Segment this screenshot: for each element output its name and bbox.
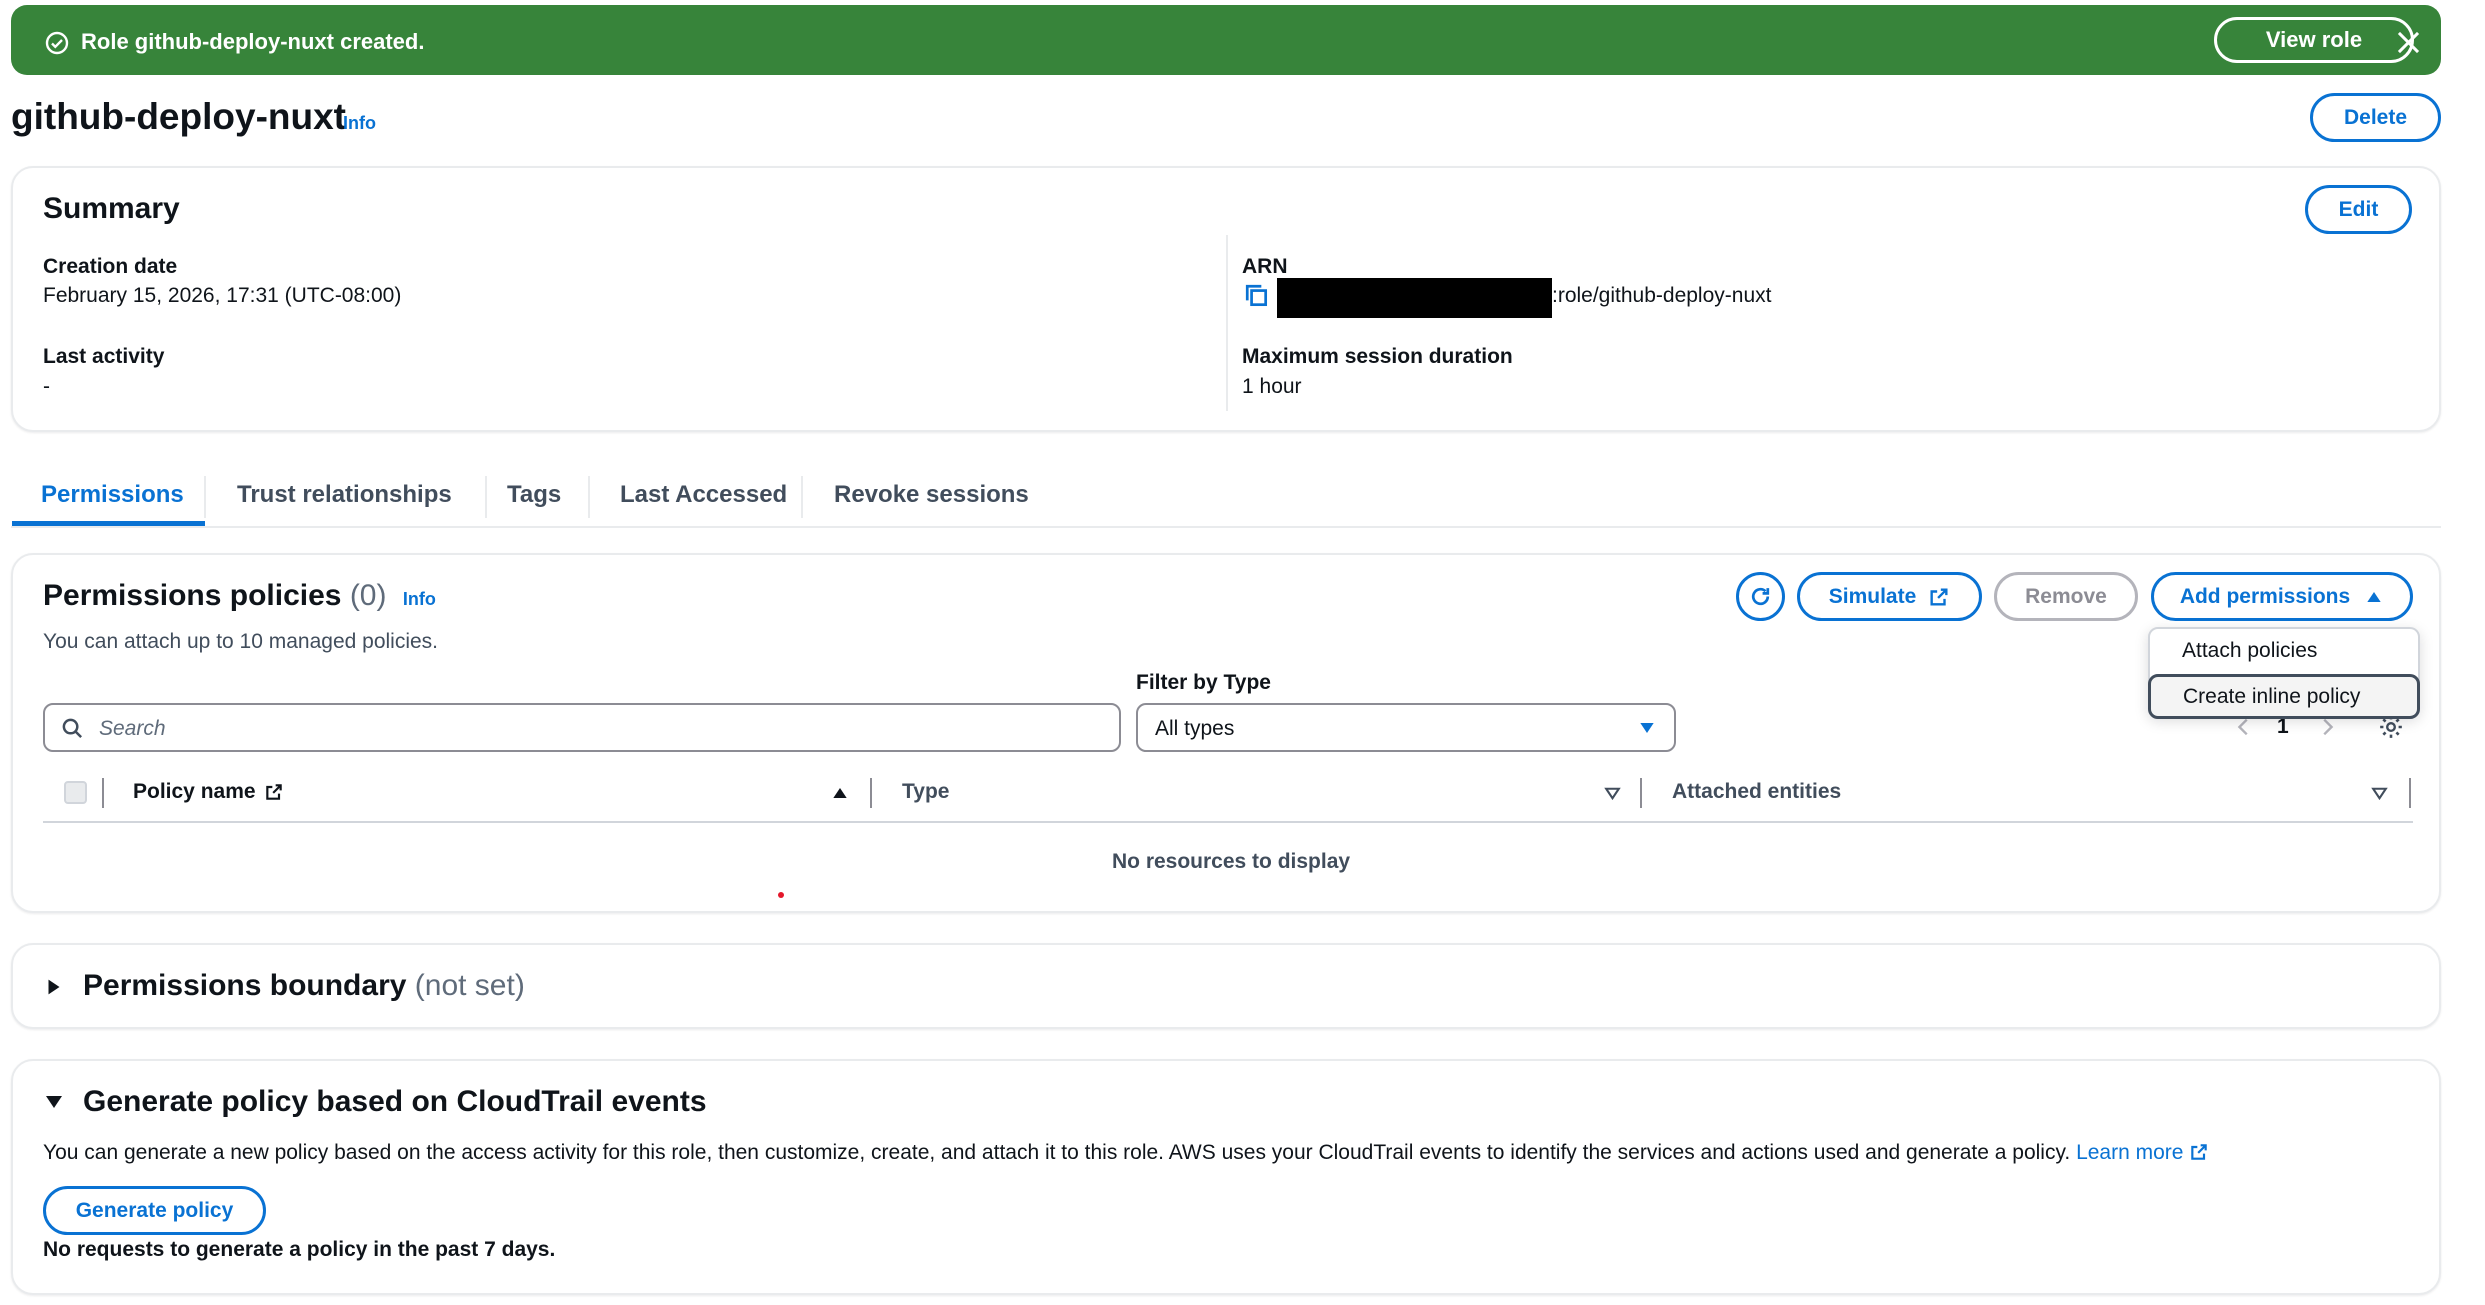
sort-icon[interactable] xyxy=(1603,784,1622,803)
edit-button[interactable]: Edit xyxy=(2305,185,2412,234)
caret-down-icon xyxy=(1640,723,1654,733)
column-header-type[interactable]: Type xyxy=(902,780,949,804)
boundary-title-row: Permissions boundary (not set) xyxy=(83,969,525,1003)
select-all-checkbox[interactable] xyxy=(64,781,87,804)
chevron-left-icon[interactable] xyxy=(2233,716,2255,738)
filter-type-select[interactable]: All types xyxy=(1136,703,1676,752)
cloudtrail-note: No requests to generate a policy in the … xyxy=(43,1238,556,1261)
table-header-divider xyxy=(43,821,2413,823)
policies-count: (0) xyxy=(349,579,387,612)
cloudtrail-title: Generate policy based on CloudTrail even… xyxy=(83,1085,707,1118)
tab-separator xyxy=(801,476,803,518)
page-title: github-deploy-nuxt xyxy=(11,96,346,137)
arn-label: ARN xyxy=(1242,255,1288,278)
column-separator xyxy=(870,778,872,808)
flash-message: Role github-deploy-nuxt created. xyxy=(81,29,425,54)
creation-date-label: Creation date xyxy=(43,255,178,278)
remove-button[interactable]: Remove xyxy=(1994,572,2138,621)
policies-info-link[interactable]: Info xyxy=(403,589,436,609)
column-separator xyxy=(1640,778,1642,808)
tab-tags[interactable]: Tags xyxy=(507,481,561,509)
learn-more-link[interactable]: Learn more xyxy=(2076,1141,2183,1164)
caret-down-icon[interactable] xyxy=(42,1090,66,1114)
add-permissions-menu: Attach policies Create inline policy xyxy=(2148,627,2420,719)
refresh-icon xyxy=(1751,587,1770,606)
tab-separator xyxy=(588,476,590,518)
boundary-status: (not set) xyxy=(414,969,525,1002)
add-permissions-button[interactable]: Add permissions xyxy=(2151,572,2413,621)
column-header-attached-entities[interactable]: Attached entities xyxy=(1672,780,1841,804)
tab-separator xyxy=(485,476,487,518)
cursor-dot xyxy=(778,892,784,898)
summary-title: Summary xyxy=(43,192,180,225)
arn-value: :role/github-deploy-nuxt xyxy=(1552,284,1772,307)
tab-trust-relationships[interactable]: Trust relationships xyxy=(237,481,452,509)
simulate-button[interactable]: Simulate xyxy=(1797,572,1982,621)
external-link-icon[interactable] xyxy=(2189,1142,2209,1162)
delete-button[interactable]: Delete xyxy=(2310,93,2441,142)
tab-bar-underline xyxy=(11,526,2441,528)
policies-title: Permissions policies xyxy=(43,579,342,612)
sort-icon[interactable] xyxy=(2370,784,2389,803)
policies-description: You can attach up to 10 managed policies… xyxy=(43,630,439,653)
column-separator xyxy=(2409,778,2411,808)
external-link-icon xyxy=(265,784,282,800)
check-circle-icon xyxy=(45,31,69,55)
filter-by-type-label: Filter by Type xyxy=(1136,671,1271,694)
max-session-value: 1 hour xyxy=(1242,375,1302,398)
search-placeholder: Search xyxy=(99,717,166,740)
column-header-policy-name[interactable]: Policy name xyxy=(133,780,284,804)
tab-last-accessed[interactable]: Last Accessed xyxy=(620,481,787,509)
empty-state-text: No resources to display xyxy=(1112,850,1351,873)
arn-redacted-block xyxy=(1277,278,1552,318)
search-icon xyxy=(62,718,83,739)
policies-title-row: Permissions policies (0) Info xyxy=(43,579,436,613)
permissions-policies-card: Permissions policies (0) Info You can at… xyxy=(11,553,2441,913)
policy-name-header-label: Policy name xyxy=(133,780,256,803)
create-inline-policy-label: Create inline policy xyxy=(2183,685,2361,708)
copy-icon[interactable] xyxy=(1244,283,1270,309)
creation-date-value: February 15, 2026, 17:31 (UTC-08:00) xyxy=(43,284,402,307)
success-flash-banner: Role github-deploy-nuxt created. View ro… xyxy=(11,5,2441,75)
permissions-boundary-card[interactable]: Permissions boundary (not set) xyxy=(11,943,2441,1029)
filter-type-value: All types xyxy=(1155,717,1235,740)
chevron-right-icon[interactable] xyxy=(2316,716,2338,738)
cloudtrail-policy-card: Generate policy based on CloudTrail even… xyxy=(11,1059,2441,1295)
summary-card: Summary Edit Creation date February 15, … xyxy=(11,166,2441,432)
last-activity-value: - xyxy=(43,375,50,398)
summary-divider xyxy=(1226,235,1228,411)
cloudtrail-description: You can generate a new policy based on t… xyxy=(43,1141,2071,1164)
tab-revoke-sessions[interactable]: Revoke sessions xyxy=(834,481,1029,509)
max-session-label: Maximum session duration xyxy=(1242,345,1513,368)
column-separator xyxy=(102,778,104,808)
refresh-button[interactable] xyxy=(1736,572,1785,621)
caret-up-icon xyxy=(2367,591,2381,602)
external-link-icon xyxy=(1930,587,1948,606)
close-icon[interactable] xyxy=(2397,31,2419,53)
boundary-title: Permissions boundary xyxy=(83,969,407,1002)
sort-ascending-icon[interactable] xyxy=(830,783,850,803)
title-info-link[interactable]: Info xyxy=(343,113,376,134)
tab-separator xyxy=(204,476,206,518)
menu-item-create-inline-policy[interactable]: Create inline policy xyxy=(2148,674,2420,719)
tab-bar: Permissions Trust relationships Tags Las… xyxy=(11,470,2441,530)
view-role-button[interactable]: View role xyxy=(2214,17,2414,63)
generate-policy-button[interactable]: Generate policy xyxy=(43,1186,266,1235)
caret-right-icon[interactable] xyxy=(43,976,65,998)
cloudtrail-description-row: You can generate a new policy based on t… xyxy=(43,1141,2209,1165)
simulate-label: Simulate xyxy=(1828,584,1917,608)
last-activity-label: Last activity xyxy=(43,345,165,368)
search-input[interactable]: Search xyxy=(43,703,1121,752)
add-permissions-label: Add permissions xyxy=(2179,584,2351,608)
menu-item-attach-policies[interactable]: Attach policies xyxy=(2182,639,2317,663)
tab-permissions[interactable]: Permissions xyxy=(41,481,184,509)
